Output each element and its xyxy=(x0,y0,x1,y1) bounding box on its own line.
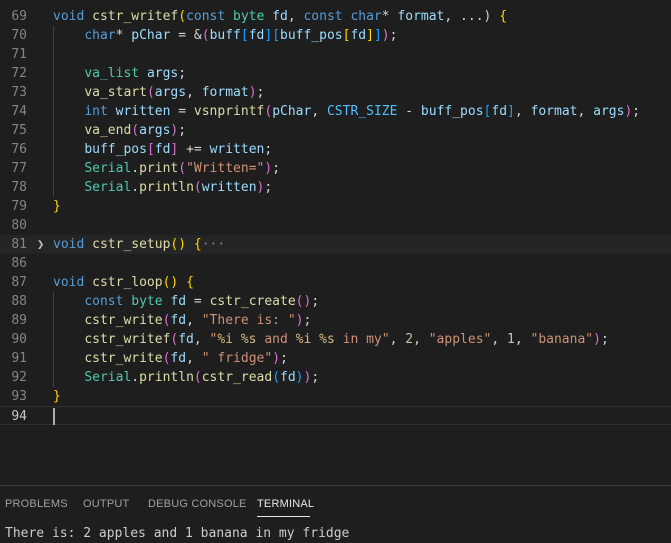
code-line[interactable]: 70 char* pChar = &(buff[fd][buff_pos[fd]… xyxy=(0,26,671,45)
code-line[interactable]: 79} xyxy=(0,197,671,216)
chevron-right-icon[interactable]: ❯ xyxy=(37,235,44,254)
code-line[interactable]: 81 ❯ void cstr_setup() {··· xyxy=(0,235,671,254)
line-number: 79 xyxy=(11,199,27,214)
code-line[interactable]: 71 xyxy=(0,45,671,64)
code-line[interactable]: 74 int written = vsnprintf(pChar, CSTR_S… xyxy=(0,102,671,121)
code-line[interactable]: 94 xyxy=(0,406,671,425)
line-code: } xyxy=(53,389,61,404)
line-number: 89 xyxy=(11,313,27,328)
code-line[interactable]: 91 cstr_write(fd, " fridge"); xyxy=(0,349,671,368)
line-number: 91 xyxy=(11,351,27,366)
line-code: char* pChar = &(buff[fd][buff_pos[fd]]); xyxy=(84,28,398,43)
tab-terminal[interactable]: TERMINAL xyxy=(257,498,314,510)
code-line[interactable]: 92 Serial.println(cstr_read(fd)); xyxy=(0,368,671,387)
code-line[interactable]: 87 void cstr_loop() { xyxy=(0,273,671,292)
line-code: void cstr_loop() { xyxy=(53,275,194,290)
line-code: Serial.println(written); xyxy=(84,180,273,195)
bottom-panel: PROBLEMS OUTPUT DEBUG CONSOLE TERMINAL T… xyxy=(0,485,671,543)
code-line[interactable]: 80 xyxy=(0,216,671,235)
line-number: 80 xyxy=(11,218,27,233)
code-line[interactable]: 93} xyxy=(0,387,671,406)
line-number: 86 xyxy=(11,256,27,271)
code-line[interactable]: 86 xyxy=(0,254,671,273)
line-number: 94 xyxy=(11,409,27,424)
line-number: 76 xyxy=(11,142,27,157)
line-code: const byte fd = cstr_create(); xyxy=(84,294,320,309)
indent-guide xyxy=(53,292,54,387)
line-number: 74 xyxy=(11,104,27,119)
line-code: cstr_write(fd, " fridge"); xyxy=(84,351,288,366)
line-code: } xyxy=(53,199,61,214)
line-number: 81 xyxy=(11,237,27,252)
code-editor[interactable]: 69 void cstr_writef(const byte fd, const … xyxy=(0,0,671,440)
line-number: 87 xyxy=(11,275,27,290)
line-code: cstr_writef(fd, "%i %s and %i %s in my",… xyxy=(84,332,609,347)
code-line[interactable]: 78 Serial.println(written); xyxy=(0,178,671,197)
code-line[interactable]: 73 va_start(args, format); xyxy=(0,83,671,102)
code-line[interactable]: 77 Serial.print("Written="); xyxy=(0,159,671,178)
code-line[interactable]: 75 va_end(args); xyxy=(0,121,671,140)
code-line[interactable]: 72 va_list args; xyxy=(0,64,671,83)
indent-guide xyxy=(53,26,54,197)
panel-tabs: PROBLEMS OUTPUT DEBUG CONSOLE TERMINAL xyxy=(0,486,671,520)
line-number: 90 xyxy=(11,332,27,347)
line-number: 92 xyxy=(11,370,27,385)
line-code: va_list args; xyxy=(84,66,187,81)
line-code: cstr_write(fd, "There is: "); xyxy=(84,313,312,328)
tab-problems[interactable]: PROBLEMS xyxy=(5,498,68,510)
tab-output[interactable]: OUTPUT xyxy=(83,498,129,510)
line-code: va_end(args); xyxy=(84,123,187,138)
terminal-output[interactable]: There is: 2 apples and 1 banana in my fr… xyxy=(5,526,349,541)
code-line[interactable]: 76 buff_pos[fd] += written; xyxy=(0,140,671,159)
line-number: 88 xyxy=(11,294,27,309)
line-number: 71 xyxy=(11,47,27,62)
line-number: 77 xyxy=(11,161,27,176)
line-number: 73 xyxy=(11,85,27,100)
line-number: 93 xyxy=(11,389,27,404)
active-tab-indicator xyxy=(257,516,310,517)
line-code: va_start(args, format); xyxy=(84,85,265,100)
line-code: void cstr_writef(const byte fd, const ch… xyxy=(53,9,508,24)
code-line[interactable]: 69 void cstr_writef(const byte fd, const … xyxy=(0,7,671,26)
line-code: int written = vsnprintf(pChar, CSTR_SIZE… xyxy=(84,104,641,119)
line-code: buff_pos[fd] += written; xyxy=(84,142,273,157)
line-number: 78 xyxy=(11,180,27,195)
line-number: 72 xyxy=(11,66,27,81)
line-code: Serial.println(cstr_read(fd)); xyxy=(84,370,320,385)
code-line[interactable]: 88 const byte fd = cstr_create(); xyxy=(0,292,671,311)
text-cursor xyxy=(53,408,55,425)
line-number: 75 xyxy=(11,123,27,138)
code-line[interactable]: 90 cstr_writef(fd, "%i %s and %i %s in m… xyxy=(0,330,671,349)
line-code: void cstr_setup() {··· xyxy=(53,237,226,252)
code-line[interactable]: 89 cstr_write(fd, "There is: "); xyxy=(0,311,671,330)
line-code: Serial.print("Written="); xyxy=(84,161,281,176)
tab-debug-console[interactable]: DEBUG CONSOLE xyxy=(148,498,247,510)
line-number: 69 xyxy=(11,9,27,24)
line-number: 70 xyxy=(11,28,27,43)
